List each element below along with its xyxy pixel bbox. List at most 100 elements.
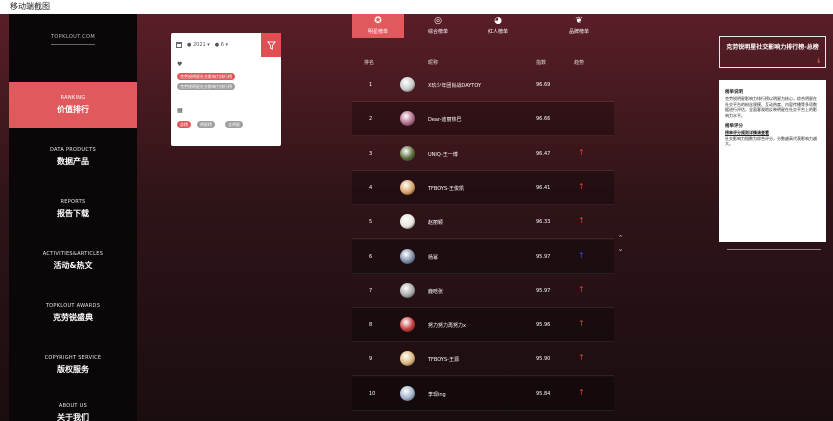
table-row[interactable]: 4 TFBOYS-王俊凯 96.41 ↑ bbox=[352, 170, 614, 205]
star-icon: ✪ bbox=[374, 16, 382, 26]
name-cell[interactable]: 鹿晗张 bbox=[428, 288, 443, 295]
name-cell[interactable]: 杨幂 bbox=[428, 254, 438, 261]
name-cell[interactable]: 李现ing bbox=[428, 391, 446, 398]
tab-star-board[interactable]: ✪ 明星榜单 bbox=[352, 14, 404, 38]
rank-cell: 3 bbox=[369, 150, 373, 157]
scroll-up-button[interactable]: ⌃ bbox=[616, 234, 625, 243]
sidebar-item-awards[interactable]: TOPKLOUT AWARDS 克劳锐盛典 bbox=[9, 290, 137, 336]
avatar[interactable] bbox=[400, 248, 415, 264]
logo-divider bbox=[51, 44, 95, 45]
tab-comprehensive[interactable]: ◎ 综合榜单 bbox=[412, 14, 464, 38]
sidebar-item-en: TOPKLOUT AWARDS bbox=[45, 303, 101, 309]
table-row[interactable]: 1 X玖少年团肖战DAYTOY 96.69 bbox=[352, 68, 614, 102]
sidebar-item-activities[interactable]: ACTIVITIES&ARTICLES 活动&热文 bbox=[9, 238, 137, 284]
score-cell: 95.90 bbox=[536, 356, 551, 363]
board-description-card: 榜单说明 克劳锐明星影响力排行榜以明星为核心，综合明星在社交平台的粉丝规模、互动… bbox=[719, 80, 826, 242]
panel-divider bbox=[727, 249, 821, 250]
trend-up-icon: ↑ bbox=[578, 319, 585, 329]
avatar[interactable] bbox=[400, 282, 415, 298]
tab-label: 红人榜单 bbox=[487, 29, 508, 35]
sidebar: TOPKLOUT.COM RANKING 价值排行 DATA PRODUCTS … bbox=[9, 14, 137, 421]
sidebar-item-en: ABOUT US bbox=[58, 403, 88, 409]
top-strip: 移动端截图 bbox=[0, 0, 833, 14]
rank-cell: 6 bbox=[369, 253, 373, 260]
avatar[interactable] bbox=[400, 351, 415, 367]
tag-board-2[interactable]: 克劳锐明星社交影响力排行榜 bbox=[177, 83, 235, 90]
header-rank: 排名 bbox=[364, 60, 375, 66]
heart-icon: ♥ bbox=[177, 61, 183, 68]
month-value: 6 bbox=[220, 42, 224, 48]
trend-up-icon: ↑ bbox=[578, 147, 585, 157]
name-cell[interactable]: X玖少年团肖战DAYTOY bbox=[428, 82, 481, 89]
name-cell[interactable]: TFBOYS-王源 bbox=[428, 356, 459, 363]
tag-all-star[interactable]: 全明星 bbox=[225, 121, 243, 128]
desc-text: 克劳锐明星影响力排行榜以明星为核心，综合明星在社交平台的粉丝规模、互动热度、内容… bbox=[725, 96, 817, 118]
rank-cell: 10 bbox=[369, 390, 376, 397]
avatar[interactable] bbox=[400, 179, 415, 195]
rank-cell: 8 bbox=[369, 322, 373, 329]
download-icon[interactable]: ⤓ bbox=[817, 56, 820, 65]
tab-influencer[interactable]: ◕ 红人榜单 bbox=[472, 14, 524, 38]
table-row[interactable]: 2 Dear-迪丽热巴 96.66 bbox=[352, 102, 614, 137]
name-cell[interactable]: TFBOYS-王俊凯 bbox=[428, 185, 464, 192]
sidebar-item-zh: 关于我们 bbox=[57, 413, 89, 421]
sidebar-item-en: COPYRIGHT SERVICE bbox=[44, 355, 102, 361]
tag-star[interactable]: 明星榜 bbox=[197, 121, 215, 128]
score-cell: 95.97 bbox=[536, 253, 551, 260]
name-cell[interactable]: Dear-迪丽热巴 bbox=[428, 116, 462, 123]
header-trend: 趋势 bbox=[574, 60, 585, 66]
board-title-box: 克劳锐明星社交影响力排行榜-总榜 ⤓ bbox=[719, 36, 826, 68]
sidebar-item-zh: 克劳锐盛典 bbox=[53, 313, 93, 322]
table-row[interactable]: 9 TFBOYS-王源 95.90 ↑ bbox=[352, 342, 614, 377]
table-row[interactable]: 3 UNIQ-王一博 96.47 ↑ bbox=[352, 137, 614, 171]
table-header: 排名 昵称 指数 趋势 bbox=[352, 56, 614, 68]
score-cell: 96.41 bbox=[536, 184, 551, 191]
avatar[interactable] bbox=[400, 317, 415, 333]
rank-cell: 1 bbox=[369, 82, 373, 88]
sidebar-item-reports[interactable]: REPORTS 报告下载 bbox=[9, 186, 137, 232]
year-value: 2021 bbox=[192, 42, 206, 48]
table-row[interactable]: 7 鹿晗张 95.97 ↑ bbox=[352, 274, 614, 308]
rank-cell: 4 bbox=[369, 184, 373, 191]
avatar[interactable] bbox=[400, 77, 415, 92]
filter-button[interactable] bbox=[261, 33, 281, 57]
sidebar-item-zh: 价值排行 bbox=[57, 105, 89, 114]
avatar[interactable] bbox=[400, 385, 415, 401]
tag-board-1[interactable]: 克劳锐明星社交影响力排行榜 bbox=[177, 73, 235, 80]
table-row[interactable]: 10 李现ing 95.84 ↑ bbox=[352, 376, 614, 411]
name-cell[interactable]: UNIQ-王一博 bbox=[428, 151, 458, 158]
trend-down-icon: ↑ bbox=[578, 250, 585, 260]
score-title: 榜单评分 bbox=[725, 124, 743, 130]
rank-cell: 5 bbox=[369, 219, 373, 226]
date-selector: ● 2021 ▾ ● 6 ▾ bbox=[176, 42, 228, 48]
tab-label: 综合榜单 bbox=[427, 29, 448, 35]
site-logo[interactable]: TOPKLOUT.COM bbox=[9, 34, 137, 40]
name-cell[interactable]: 赵丽颖 bbox=[428, 219, 443, 226]
sidebar-item-about[interactable]: ABOUT US 关于我们 bbox=[9, 390, 137, 421]
month-select[interactable]: ● 6 ▾ bbox=[215, 42, 228, 48]
avatar[interactable] bbox=[400, 145, 415, 161]
sidebar-item-en: REPORTS bbox=[60, 199, 86, 205]
name-cell[interactable]: 努力努力再努力x bbox=[428, 322, 466, 329]
sidebar-item-ranking[interactable]: RANKING 价值排行 bbox=[9, 82, 137, 128]
sidebar-item-en: RANKING bbox=[60, 95, 86, 101]
calendar-icon bbox=[176, 42, 182, 48]
year-select[interactable]: ● 2021 ▾ bbox=[187, 42, 210, 48]
avatar[interactable] bbox=[400, 111, 415, 127]
tag-total[interactable]: 总榜 bbox=[177, 121, 191, 128]
scroll-down-button[interactable]: ⌄ bbox=[616, 245, 625, 254]
score-cell: 95.96 bbox=[536, 322, 551, 329]
filter-panel: ● 2021 ▾ ● 6 ▾ ♥ 克劳锐明星社交影响力排行榜 克劳锐明星社交影响… bbox=[171, 33, 281, 146]
table-row[interactable]: 8 努力努力再努力x 95.96 ↑ bbox=[352, 308, 614, 343]
tab-brand[interactable]: ❦ 品牌榜单 bbox=[553, 14, 605, 38]
table-row[interactable]: 6 杨幂 95.97 ↑ bbox=[352, 239, 614, 274]
board-title: 克劳锐明星社交影响力排行榜-总榜 bbox=[726, 44, 819, 51]
sidebar-item-copyright[interactable]: COPYRIGHT SERVICE 版权服务 bbox=[9, 342, 137, 388]
table-row[interactable]: 5 赵丽颖 96.33 ↑ bbox=[352, 205, 614, 240]
avatar[interactable] bbox=[400, 214, 415, 230]
sidebar-item-data-products[interactable]: DATA PRODUCTS 数据产品 bbox=[9, 134, 137, 180]
desc-title: 榜单说明 bbox=[725, 90, 743, 95]
header-score: 指数 bbox=[536, 60, 547, 66]
circle-icon: ◎ bbox=[434, 16, 442, 26]
sidebar-item-zh: 报告下载 bbox=[57, 209, 89, 218]
